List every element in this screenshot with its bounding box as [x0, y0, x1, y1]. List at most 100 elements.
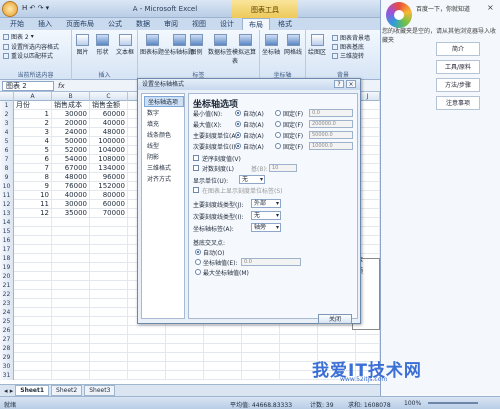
cross-value-input[interactable]: 0.0	[241, 258, 301, 266]
row-header[interactable]: 10	[0, 182, 14, 191]
cell[interactable]: 4	[14, 137, 52, 146]
cell[interactable]	[14, 281, 52, 290]
tab-data[interactable]: 数据	[130, 18, 156, 30]
cell[interactable]	[242, 326, 280, 335]
cell[interactable]	[52, 227, 90, 236]
cross-value-radio[interactable]	[195, 259, 201, 265]
cell[interactable]	[242, 335, 280, 344]
cell[interactable]: 销售成本	[52, 101, 90, 110]
cell[interactable]	[14, 245, 52, 254]
cell[interactable]: 134000	[90, 164, 128, 173]
cell[interactable]	[90, 326, 128, 335]
row-header[interactable]: 20	[0, 272, 14, 281]
row-header[interactable]: 2	[0, 110, 14, 119]
cell[interactable]	[52, 236, 90, 245]
cell[interactable]	[90, 371, 128, 380]
tab-formulas[interactable]: 公式	[102, 18, 128, 30]
cell[interactable]: 7	[14, 164, 52, 173]
cell[interactable]	[204, 353, 242, 362]
nav-line-style[interactable]: 线型	[144, 141, 184, 152]
cell[interactable]	[14, 263, 52, 272]
cell[interactable]	[14, 326, 52, 335]
cell[interactable]: 108000	[90, 155, 128, 164]
legend-button[interactable]: 图例	[190, 34, 203, 56]
cell[interactable]	[166, 362, 204, 371]
cell[interactable]	[52, 218, 90, 227]
cross-auto-radio[interactable]	[195, 249, 201, 255]
cell[interactable]: 54000	[52, 155, 90, 164]
cell[interactable]: 50000	[52, 137, 90, 146]
nav-alignment[interactable]: 对齐方式	[144, 174, 184, 185]
max-value-input[interactable]: 200000.0	[309, 120, 353, 128]
cell[interactable]	[52, 281, 90, 290]
tab-layout[interactable]: 布局	[242, 18, 270, 30]
major-auto-radio[interactable]	[235, 132, 241, 138]
cell[interactable]	[14, 371, 52, 380]
nav-fill[interactable]: 填充	[144, 119, 184, 130]
chart-floor-button[interactable]: 图表基底	[332, 42, 364, 51]
cell[interactable]	[204, 344, 242, 353]
row-header[interactable]: 27	[0, 335, 14, 344]
cell[interactable]	[90, 263, 128, 272]
cell[interactable]: 70000	[90, 209, 128, 218]
cell[interactable]: 35000	[52, 209, 90, 218]
cell[interactable]	[52, 362, 90, 371]
cell[interactable]	[14, 344, 52, 353]
cell[interactable]	[128, 335, 166, 344]
cell[interactable]	[52, 263, 90, 272]
cell[interactable]	[14, 272, 52, 281]
cell[interactable]	[14, 362, 52, 371]
quick-access-toolbar[interactable]: H ↶ ↷ ▾	[22, 4, 49, 12]
insert-picture-button[interactable]: 图片	[76, 34, 89, 56]
row-header[interactable]: 26	[0, 326, 14, 335]
cell[interactable]: 9	[14, 182, 52, 191]
cell[interactable]: 30000	[52, 200, 90, 209]
cell[interactable]	[90, 236, 128, 245]
cell[interactable]: 销售金额	[90, 101, 128, 110]
row-header[interactable]: 8	[0, 164, 14, 173]
cell[interactable]	[52, 326, 90, 335]
minor-value-input[interactable]: 10000.0	[309, 142, 353, 150]
data-table-button[interactable]: 模拟运算表	[232, 34, 259, 65]
cell[interactable]	[14, 335, 52, 344]
row-header[interactable]: 21	[0, 281, 14, 290]
cell[interactable]: 10	[14, 191, 52, 200]
close-x-button[interactable]: ×	[346, 80, 356, 88]
min-auto-radio[interactable]	[235, 110, 241, 116]
cell[interactable]	[14, 317, 52, 326]
cell[interactable]: 67000	[52, 164, 90, 173]
cell[interactable]: 40000	[52, 191, 90, 200]
cell[interactable]	[356, 335, 380, 344]
cell[interactable]	[280, 344, 318, 353]
cell[interactable]	[204, 335, 242, 344]
status-zoom[interactable]: 100%	[404, 400, 421, 407]
cell[interactable]: 1	[14, 110, 52, 119]
cell[interactable]	[90, 353, 128, 362]
row-header[interactable]: 7	[0, 155, 14, 164]
cell[interactable]	[128, 371, 166, 380]
cell[interactable]	[128, 362, 166, 371]
cell[interactable]: 40000	[90, 119, 128, 128]
name-box[interactable]: 图表 2	[2, 81, 54, 91]
cell[interactable]	[14, 299, 52, 308]
cell[interactable]: 152000	[90, 182, 128, 191]
row-header[interactable]: 6	[0, 146, 14, 155]
panel-item-notes[interactable]: 注意事项	[436, 96, 480, 110]
sheet-tab-2[interactable]: Sheet2	[51, 385, 83, 396]
cell[interactable]: 24000	[52, 128, 90, 137]
cell[interactable]: 12	[14, 209, 52, 218]
row-header[interactable]: 22	[0, 290, 14, 299]
tab-home[interactable]: 开始	[4, 18, 30, 30]
cell[interactable]	[52, 299, 90, 308]
cell[interactable]	[128, 326, 166, 335]
nav-axis-options[interactable]: 坐标轴选项	[144, 96, 184, 107]
cell[interactable]	[14, 254, 52, 263]
cell[interactable]: 100000	[90, 137, 128, 146]
sheet-tab-1[interactable]: Sheet1	[15, 385, 50, 396]
row-header[interactable]: 4	[0, 128, 14, 137]
cell[interactable]: 8	[14, 173, 52, 182]
row-header[interactable]: 28	[0, 344, 14, 353]
nav-3d-format[interactable]: 三维格式	[144, 163, 184, 174]
cell[interactable]: 76000	[52, 182, 90, 191]
cell[interactable]	[52, 353, 90, 362]
